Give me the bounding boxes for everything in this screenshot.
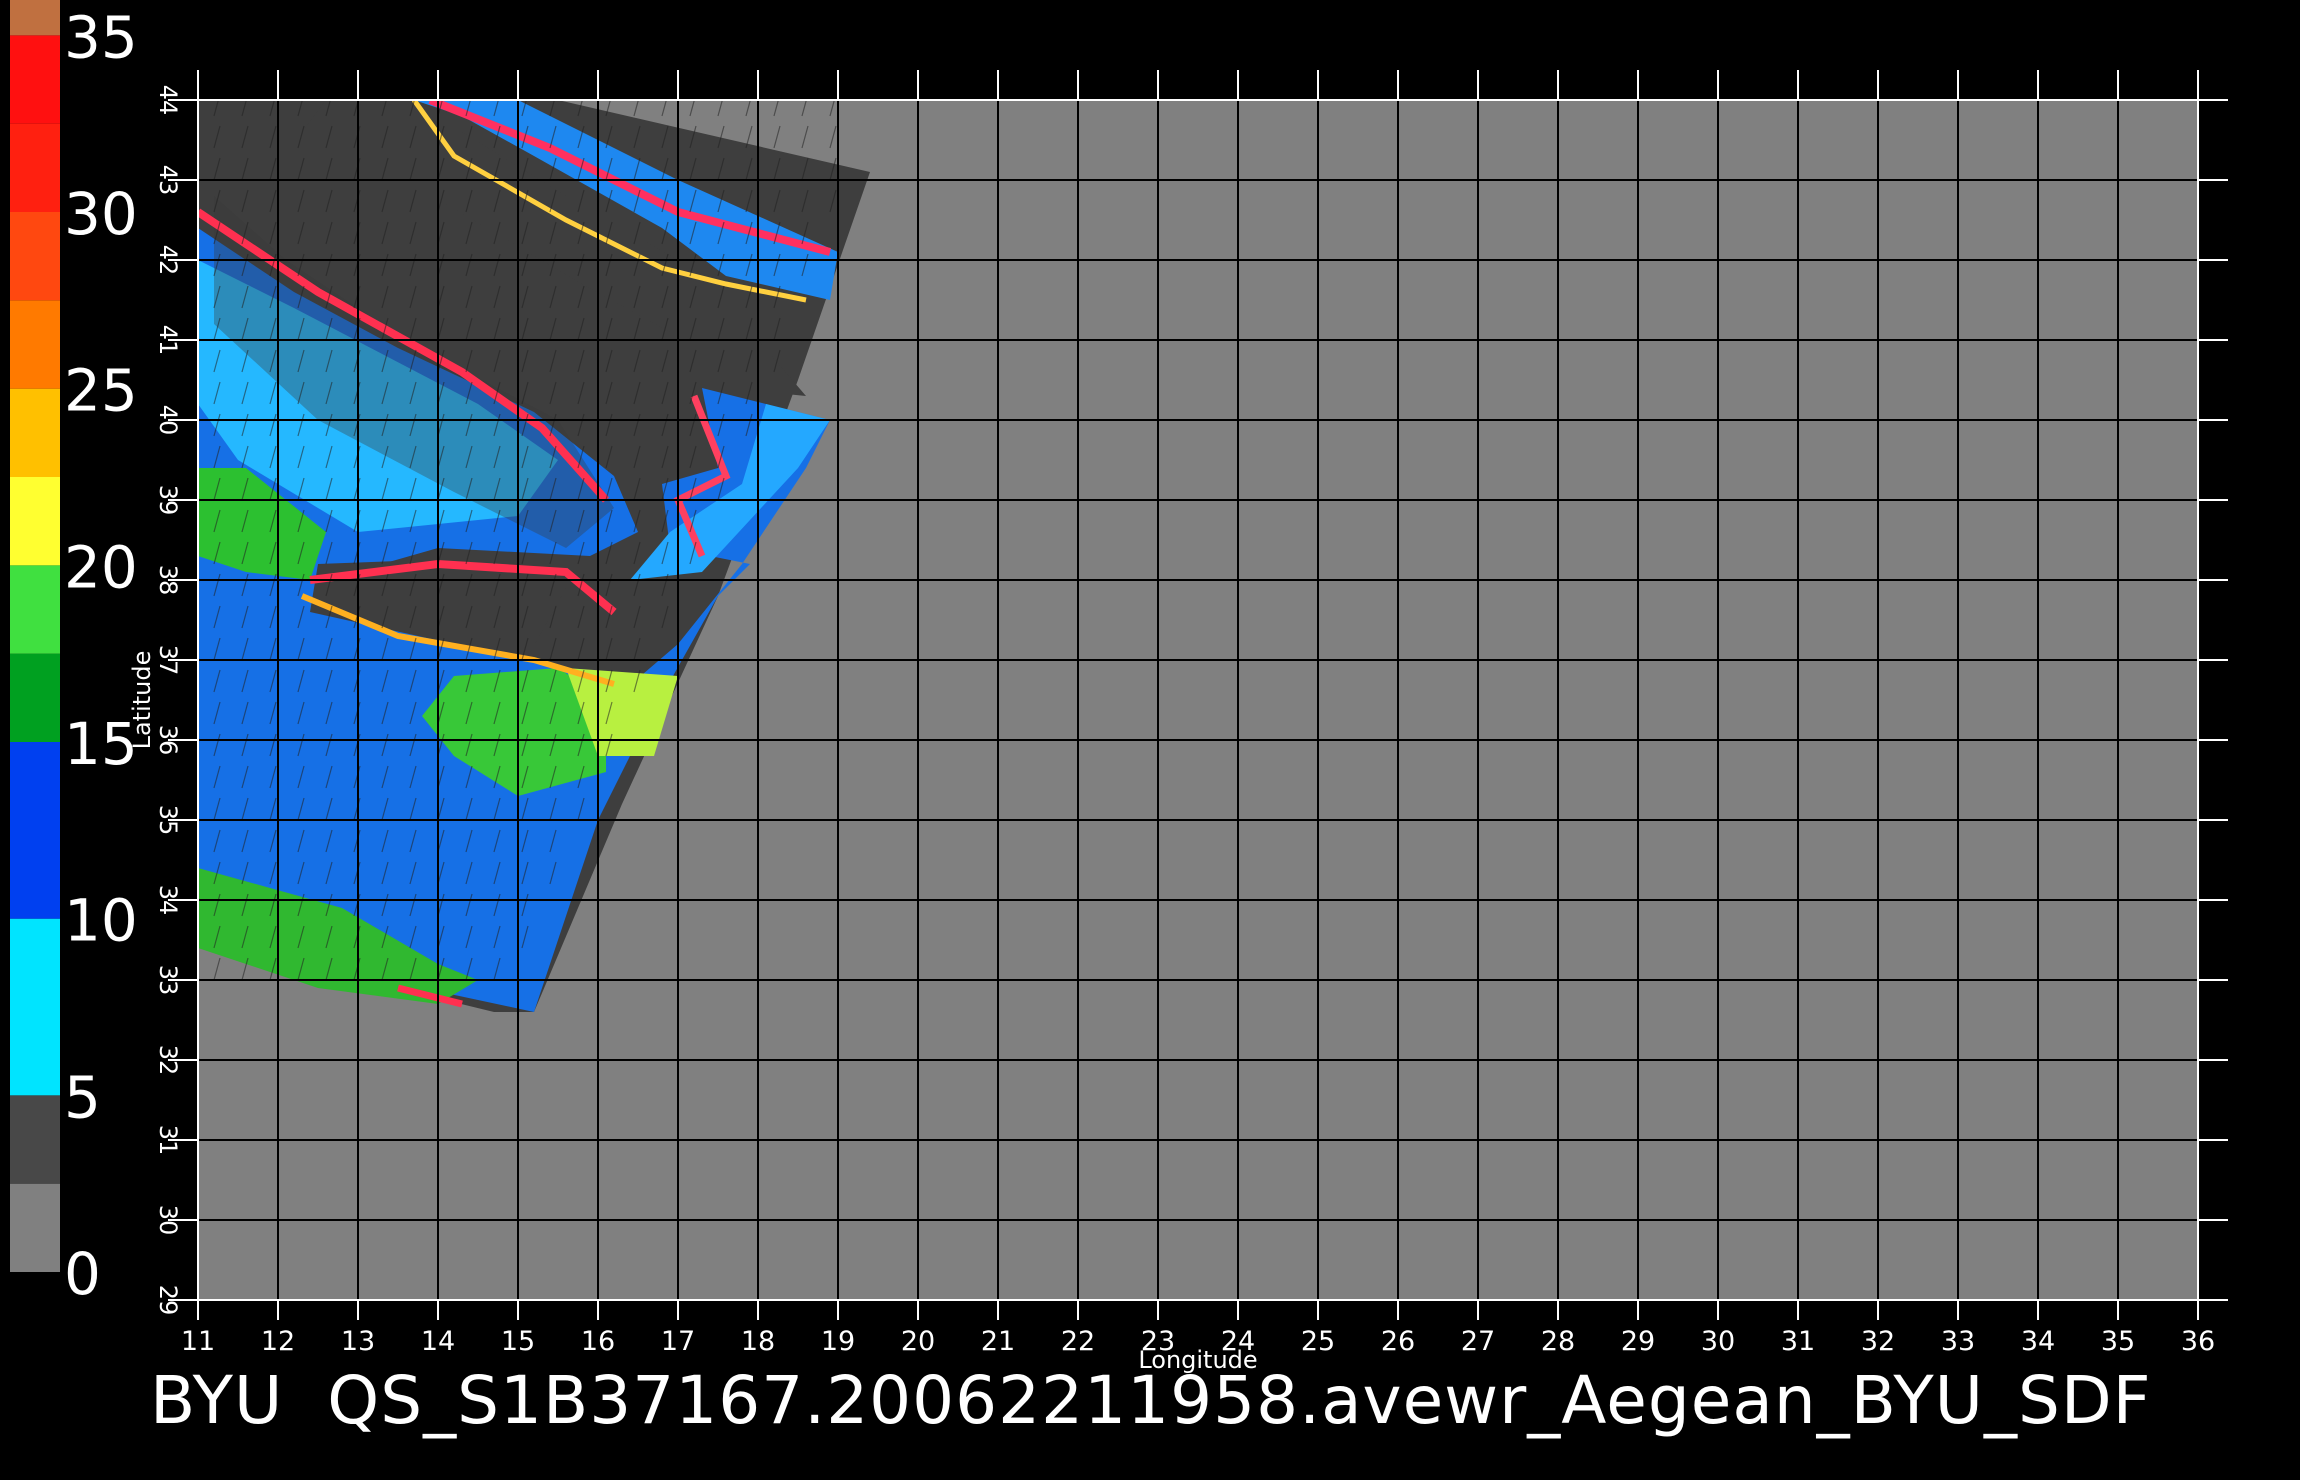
latitude-tick-label: 41 — [154, 325, 182, 356]
longitude-tick-label: 36 — [2181, 1326, 2215, 1357]
colorbar-tick-label: 10 — [64, 887, 138, 955]
colorbar-tick-label: 15 — [64, 710, 138, 778]
colorbar — [10, 0, 60, 1272]
latitude-tick-label: 44 — [154, 85, 182, 116]
figure-caption: BYU QS_S1B37167.20062211958.avewr_Aegean… — [150, 1362, 2152, 1439]
latitude-tick-label: 42 — [154, 245, 182, 276]
latitude-tick-label: 40 — [154, 405, 182, 436]
y-axis-label: Latitude — [128, 651, 156, 750]
longitude-tick-label: 14 — [421, 1326, 455, 1357]
longitude-tick-label: 31 — [1781, 1326, 1815, 1357]
longitude-tick-label: 25 — [1301, 1326, 1335, 1357]
longitude-tick-label: 34 — [2021, 1326, 2055, 1357]
colorbar-segment — [10, 653, 60, 742]
longitude-tick-label: 27 — [1461, 1326, 1495, 1357]
longitude-tick-label: 33 — [1941, 1326, 1975, 1357]
latitude-tick-label: 30 — [154, 1205, 182, 1236]
colorbar-segment — [10, 477, 60, 566]
longitude-tick-label: 28 — [1541, 1326, 1575, 1357]
latitude-tick-label: 34 — [154, 885, 182, 916]
latitude-tick-label: 32 — [154, 1045, 182, 1076]
longitude-tick-label: 15 — [501, 1326, 535, 1357]
latitude-tick-label: 33 — [154, 965, 182, 996]
colorbar-segment — [10, 123, 60, 212]
longitude-tick-label: 16 — [581, 1326, 615, 1357]
longitude-tick-label: 17 — [661, 1326, 695, 1357]
longitude-tick-label: 29 — [1621, 1326, 1655, 1357]
colorbar-segment — [10, 742, 60, 919]
colorbar-segment — [10, 388, 60, 477]
colorbar-segment — [10, 300, 60, 389]
latitude-tick-label: 39 — [154, 485, 182, 516]
colorbar-segment — [10, 0, 60, 36]
longitude-tick-label: 19 — [821, 1326, 855, 1357]
longitude-tick-label: 11 — [181, 1326, 215, 1357]
longitude-tick-label: 20 — [901, 1326, 935, 1357]
colorbar-segment — [10, 918, 60, 1096]
colorbar-tick-label: 5 — [64, 1063, 101, 1131]
colorbar-segment — [10, 1095, 60, 1184]
colorbar-tick-label: 20 — [64, 533, 138, 601]
colorbar-segment — [10, 565, 60, 654]
longitude-tick-label: 12 — [261, 1326, 295, 1357]
longitude-tick-label: 30 — [1701, 1326, 1735, 1357]
latitude-tick-label: 29 — [154, 1285, 182, 1316]
colorbar-tick-label: 35 — [64, 3, 138, 71]
wind-map-figure: 0 5 10 15 20 25 30 35 11 12 13 14 15 16 17 18 19 20 21 22 2… — [10, 0, 2228, 1374]
longitude-tick-label: 13 — [341, 1326, 375, 1357]
longitude-tick-label: 32 — [1861, 1326, 1895, 1357]
colorbar-segment — [10, 35, 60, 124]
longitude-tick-label: 21 — [981, 1326, 1015, 1357]
longitude-tick-label: 26 — [1381, 1326, 1415, 1357]
colorbar-segment — [10, 1183, 60, 1272]
latitude-tick-label: 37 — [154, 645, 182, 676]
latitude-tick-labels: 29 30 31 32 33 34 35 36 37 38 39 40 41 42 43 44 — [154, 85, 182, 1316]
latitude-tick-label: 43 — [154, 165, 182, 196]
colorbar-tick-label: 25 — [64, 357, 138, 425]
longitude-tick-label: 18 — [741, 1326, 775, 1357]
latitude-tick-label: 36 — [154, 725, 182, 756]
latitude-tick-label: 38 — [154, 565, 182, 596]
colorbar-tick-label: 0 — [64, 1240, 101, 1308]
colorbar-tick-labels: 0 5 10 15 20 25 30 35 — [64, 3, 138, 1308]
longitude-tick-label: 35 — [2101, 1326, 2135, 1357]
longitude-tick-label: 22 — [1061, 1326, 1095, 1357]
colorbar-tick-label: 30 — [64, 180, 138, 248]
colorbar-segment — [10, 212, 60, 301]
latitude-tick-label: 31 — [154, 1125, 182, 1156]
latitude-tick-label: 35 — [154, 805, 182, 836]
